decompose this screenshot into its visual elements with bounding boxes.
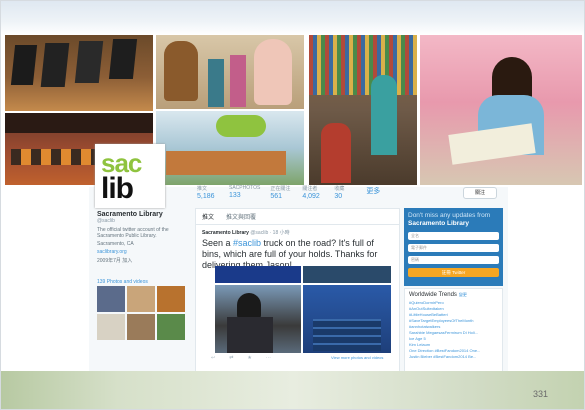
- tweet-text-start: Seen a: [202, 238, 234, 248]
- stat-more-value: 更多: [366, 188, 381, 195]
- timeline-tabs: 推文 推文與回覆: [196, 209, 399, 225]
- stat-more[interactable]: 更多: [366, 185, 388, 200]
- follow-button[interactable]: 關注: [463, 187, 497, 199]
- profile-card: Sacramento Library @saclib The official …: [97, 211, 189, 264]
- trends-change-link[interactable]: 變更: [459, 292, 467, 297]
- tweet-actions: ↩ ⇄ ★ ···: [211, 355, 271, 361]
- photo-thumbnail[interactable]: [157, 314, 185, 340]
- slide-bottom-band: [1, 371, 584, 409]
- stat-following[interactable]: 正在關注 561: [270, 185, 292, 200]
- stat-label: 收藏: [334, 186, 345, 192]
- tweet-photo[interactable]: [215, 266, 301, 283]
- profile-bio: The official twitter account of the Sacr…: [97, 227, 169, 239]
- tweet-photo-grid[interactable]: [215, 266, 391, 353]
- photo-thumbnail[interactable]: [97, 286, 125, 312]
- photo-thumbnail[interactable]: [97, 314, 125, 340]
- more-icon[interactable]: ···: [266, 355, 271, 361]
- signup-button[interactable]: 註冊 Twitter: [408, 268, 499, 277]
- profile-stats: 推文 5,186 SACPHOTOS 133 正在關注 561 關注者 4,092 收藏…: [197, 185, 388, 200]
- full-name-field[interactable]: 全名: [408, 232, 499, 240]
- photos-videos-link[interactable]: 139 Photos and videos: [97, 279, 148, 285]
- slide-top-band: [1, 1, 584, 35]
- banner-photo-mascots: [156, 35, 304, 109]
- stat-value: 30: [334, 193, 343, 200]
- password-field[interactable]: 密碼: [408, 256, 499, 264]
- profile-website-link[interactable]: saclibrary.org: [97, 249, 189, 255]
- banner-photo-children-area: [156, 111, 304, 185]
- tweet-mention-link[interactable]: #saclib: [233, 238, 261, 248]
- stat-photos[interactable]: SACPHOTOS 133: [229, 185, 260, 200]
- trends-list: #QuieroDormirPero #AnOutSuitedtaken #Littl…: [409, 300, 498, 360]
- stat-followers[interactable]: 關注者 4,092: [302, 185, 324, 200]
- stat-tweets[interactable]: 推文 5,186: [197, 185, 219, 200]
- stat-value: 5,186: [197, 193, 215, 200]
- stat-value: 561: [270, 193, 282, 200]
- photo-thumbnail[interactable]: [127, 314, 155, 340]
- tweet-photo[interactable]: [303, 285, 391, 353]
- signup-heading-account: Sacramento Library: [408, 220, 470, 227]
- stat-value: 4,092: [302, 193, 320, 200]
- profile-handle[interactable]: @saclib: [97, 218, 189, 224]
- stat-value: 133: [229, 192, 241, 199]
- profile-name[interactable]: Sacramento Library: [97, 211, 189, 218]
- tweet-handle-time: @saclib · 18 小時: [250, 230, 290, 236]
- profile-location: Sacramento, CA: [97, 241, 134, 247]
- signup-box: Don't miss any updates from Sacramento L…: [404, 208, 503, 286]
- tweet-photo[interactable]: [303, 266, 391, 283]
- view-more-photos-link[interactable]: View more photos and videos: [331, 355, 383, 360]
- profile-logo[interactable]: sac lib: [95, 144, 165, 208]
- tab-tweets-replies[interactable]: 推文與回覆: [226, 212, 256, 221]
- stat-label: 推文: [197, 186, 208, 192]
- banner-photo-staff: [309, 111, 417, 185]
- email-field[interactable]: 電子郵件: [408, 244, 499, 252]
- tweet-author[interactable]: Sacramento Library: [202, 230, 249, 236]
- tweet-meta: Sacramento Library @saclib · 18 小時: [202, 229, 393, 236]
- slide: sac lib 推文 5,186 SACPHOTOS 133 正在關注 561 關注者…: [0, 0, 585, 410]
- signup-heading: Don't miss any updates from: [408, 212, 491, 219]
- stat-favorites[interactable]: 收藏 30: [334, 185, 356, 200]
- logo-text-lib: lib: [101, 172, 134, 205]
- stat-label: 正在關注: [270, 186, 291, 192]
- tab-tweets[interactable]: 推文: [202, 212, 214, 221]
- photo-thumbnail-grid: [97, 286, 185, 340]
- stat-label: 關注者: [302, 186, 318, 192]
- trends-title: Worldwide Trends 變更: [409, 292, 498, 298]
- stat-label: SACPHOTOS: [229, 185, 261, 191]
- retweet-icon[interactable]: ⇄: [229, 355, 233, 361]
- profile-joined: 2009年7月 加入: [97, 258, 133, 264]
- slide-number: 331: [532, 389, 548, 399]
- photo-thumbnail[interactable]: [127, 286, 155, 312]
- trends-panel: Worldwide Trends 變更 #QuieroDormirPero #AnO…: [404, 288, 503, 376]
- trend-item[interactable]: Justin Bieber #BestFandom2014 Be...: [409, 354, 498, 360]
- photo-thumbnail[interactable]: [157, 286, 185, 312]
- tweet-photo[interactable]: [215, 285, 301, 353]
- favorite-icon[interactable]: ★: [247, 355, 251, 361]
- banner-photo-tablets: [5, 35, 153, 111]
- banner-photo-girl-reading: [420, 35, 582, 185]
- trends-title-text: Worldwide Trends: [409, 292, 457, 298]
- reply-icon[interactable]: ↩: [211, 355, 215, 361]
